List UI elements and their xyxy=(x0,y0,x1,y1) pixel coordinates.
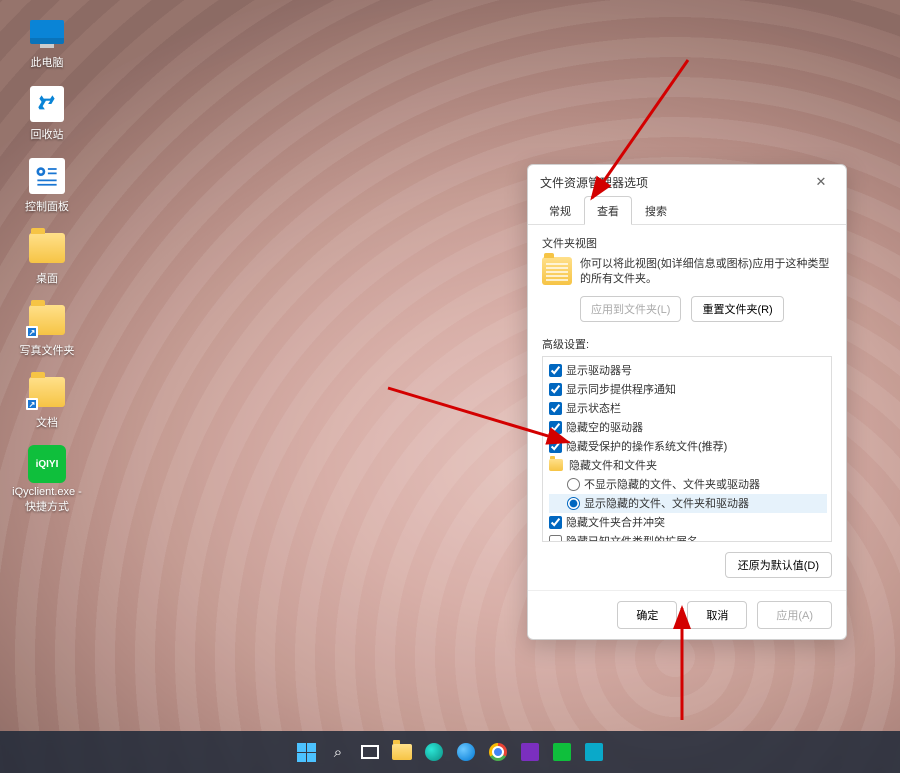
iqiyi-icon xyxy=(553,743,571,761)
advanced-item[interactable]: 显示隐藏的文件、文件夹和驱动器 xyxy=(549,494,827,513)
app-icon xyxy=(585,743,603,761)
advanced-item[interactable]: 隐藏受保护的操作系统文件(推荐) xyxy=(549,437,827,456)
folder-options-dialog: 文件资源管理器选项 ✕ 常规 查看 搜索 文件夹视图 你可以将此视图(如详细信息… xyxy=(527,164,847,640)
desktop-icon-label: iQyclient.exe - 快捷方式 xyxy=(12,486,82,514)
checkbox-input[interactable] xyxy=(549,421,562,434)
taskbar-app2-button[interactable] xyxy=(581,739,607,765)
radio-input[interactable] xyxy=(567,497,580,510)
taskview-icon xyxy=(361,745,379,759)
taskbar-iqiyi-button[interactable] xyxy=(549,739,575,765)
folder-view-desc: 你可以将此视图(如详细信息或图标)应用于这种类型的所有文件夹。 xyxy=(580,257,832,288)
desktop-icon-label: 回收站 xyxy=(12,126,82,142)
advanced-item-label: 隐藏文件和文件夹 xyxy=(569,457,657,473)
advanced-settings-label: 高级设置: xyxy=(542,336,832,352)
taskbar-app-button[interactable] xyxy=(517,739,543,765)
checkbox-input[interactable] xyxy=(549,383,562,396)
start-button[interactable] xyxy=(293,739,319,765)
advanced-item-label: 显示状态栏 xyxy=(566,400,621,416)
advanced-item[interactable]: 隐藏空的驱动器 xyxy=(549,418,827,437)
tab-search[interactable]: 搜索 xyxy=(632,196,680,225)
close-icon: ✕ xyxy=(816,174,827,190)
advanced-item[interactable]: 显示驱动器号 xyxy=(549,361,827,380)
checkbox-input[interactable] xyxy=(549,402,562,415)
folder-view-group-label: 文件夹视图 xyxy=(542,235,832,251)
desktop-icon-folder-digital[interactable]: ↗ 写真文件夹 xyxy=(12,300,82,358)
advanced-item-label: 隐藏已知文件类型的扩展名 xyxy=(566,533,698,542)
taskbar-chrome-button[interactable] xyxy=(485,739,511,765)
folder-icon xyxy=(29,233,65,263)
desktop-icon-label: 写真文件夹 xyxy=(12,342,82,358)
folder-icon: ↗ xyxy=(29,377,65,407)
desktop-icon-folder-docs[interactable]: ↗ 文档 xyxy=(12,372,82,430)
iqiyi-icon: iQIYI xyxy=(28,445,66,483)
recycle-bin-icon xyxy=(30,86,64,122)
advanced-item-label: 显示隐藏的文件、文件夹和驱动器 xyxy=(584,495,749,511)
advanced-item[interactable]: 隐藏文件夹合并冲突 xyxy=(549,513,827,532)
apply-button[interactable]: 应用(A) xyxy=(757,601,832,629)
tab-general[interactable]: 常规 xyxy=(536,196,584,225)
folder-icon xyxy=(549,459,563,471)
settings-icon xyxy=(457,743,475,761)
desktop-icon-label: 控制面板 xyxy=(12,198,82,214)
tab-view[interactable]: 查看 xyxy=(584,196,632,225)
advanced-item-label: 不显示隐藏的文件、文件夹或驱动器 xyxy=(584,476,760,492)
advanced-item[interactable]: 显示状态栏 xyxy=(549,399,827,418)
advanced-item-label: 隐藏空的驱动器 xyxy=(566,419,643,435)
advanced-settings-list[interactable]: 显示驱动器号显示同步提供程序通知显示状态栏隐藏空的驱动器隐藏受保护的操作系统文件… xyxy=(542,356,832,542)
edge-icon xyxy=(425,743,443,761)
checkbox-input[interactable] xyxy=(549,516,562,529)
advanced-item-label: 隐藏受保护的操作系统文件(推荐) xyxy=(566,438,727,454)
restore-defaults-button[interactable]: 还原为默认值(D) xyxy=(725,552,832,578)
advanced-item[interactable]: 隐藏文件和文件夹 xyxy=(549,456,827,475)
desktop-icon-recycle-bin[interactable]: 回收站 xyxy=(12,84,82,142)
advanced-item-label: 显示驱动器号 xyxy=(566,362,632,378)
taskbar-edge-button[interactable] xyxy=(421,739,447,765)
desktop-icon-label: 文档 xyxy=(12,414,82,430)
desktop-icon-folder-desktop[interactable]: 桌面 xyxy=(12,228,82,286)
windows-logo-icon xyxy=(297,743,316,762)
advanced-item[interactable]: 隐藏已知文件类型的扩展名 xyxy=(549,532,827,542)
apply-to-folders-button[interactable]: 应用到文件夹(L) xyxy=(580,296,681,322)
taskbar-explorer-button[interactable] xyxy=(389,739,415,765)
taskbar: ⌕ xyxy=(0,731,900,773)
cancel-button[interactable]: 取消 xyxy=(687,601,747,629)
radio-input[interactable] xyxy=(567,478,580,491)
taskview-button[interactable] xyxy=(357,739,383,765)
chrome-icon xyxy=(489,743,507,761)
dialog-title: 文件资源管理器选项 xyxy=(540,174,648,191)
folder-icon: ↗ xyxy=(29,305,65,335)
dialog-tabs: 常规 查看 搜索 xyxy=(528,195,846,225)
checkbox-input[interactable] xyxy=(549,364,562,377)
checkbox-input[interactable] xyxy=(549,440,562,453)
checkbox-input[interactable] xyxy=(549,535,562,542)
taskbar-settings-button[interactable] xyxy=(453,739,479,765)
folder-view-icon xyxy=(542,257,572,285)
desktop-icon-label: 此电脑 xyxy=(12,54,82,70)
search-icon: ⌕ xyxy=(334,744,342,761)
advanced-item[interactable]: 显示同步提供程序通知 xyxy=(549,380,827,399)
control-panel-icon xyxy=(29,158,65,194)
app-icon xyxy=(521,743,539,761)
desktop-icon-this-pc[interactable]: 此电脑 xyxy=(12,12,82,70)
advanced-item-label: 显示同步提供程序通知 xyxy=(566,381,676,397)
folder-icon xyxy=(392,744,412,760)
desktop-icon-label: 桌面 xyxy=(12,270,82,286)
monitor-icon xyxy=(30,20,64,44)
taskbar-search-button[interactable]: ⌕ xyxy=(325,739,351,765)
dialog-titlebar[interactable]: 文件资源管理器选项 ✕ xyxy=(528,165,846,195)
close-button[interactable]: ✕ xyxy=(806,171,836,193)
desktop-icon-iqiyi[interactable]: iQIYI iQyclient.exe - 快捷方式 xyxy=(12,444,82,514)
ok-button[interactable]: 确定 xyxy=(617,601,677,629)
reset-folders-button[interactable]: 重置文件夹(R) xyxy=(691,296,783,322)
advanced-item[interactable]: 不显示隐藏的文件、文件夹或驱动器 xyxy=(549,475,827,494)
desktop-icon-control-panel[interactable]: 控制面板 xyxy=(12,156,82,214)
advanced-item-label: 隐藏文件夹合并冲突 xyxy=(566,514,665,530)
